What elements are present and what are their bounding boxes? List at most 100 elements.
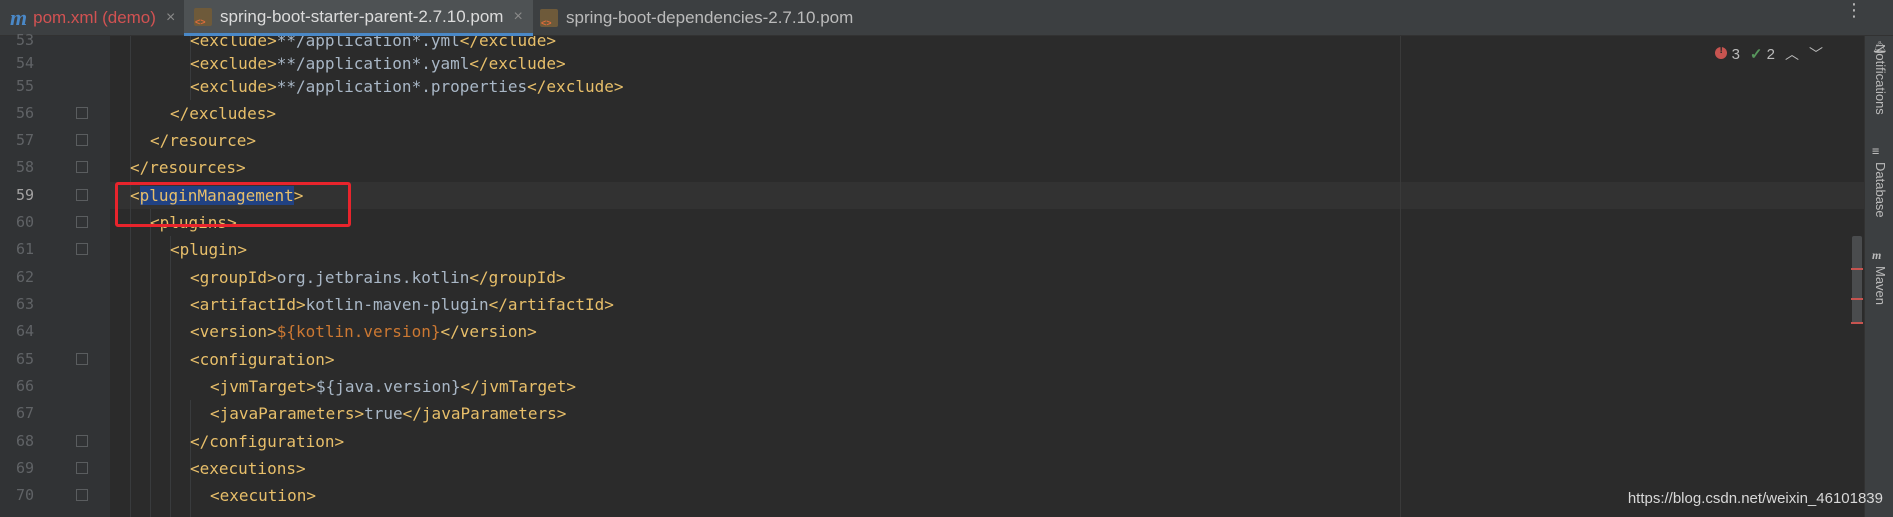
xml-tag: </resource>	[150, 131, 256, 150]
error-stripe-mark[interactable]	[1851, 268, 1863, 270]
xml-tag: </configuration>	[190, 432, 345, 451]
xml-text: **/application*.yaml	[276, 54, 470, 73]
line-number: 60	[15, 213, 34, 231]
current-line-highlight	[110, 182, 1864, 209]
line-number: 65	[15, 350, 34, 368]
xml-tag: <version>	[190, 322, 277, 341]
fold-marker-icon[interactable]	[76, 189, 88, 201]
error-count[interactable]: 3	[1715, 44, 1740, 63]
error-icon	[1715, 44, 1728, 59]
fold-marker-icon[interactable]	[76, 107, 88, 119]
line-number-current: 59	[15, 186, 34, 204]
indent-guide	[150, 209, 151, 517]
fold-marker-icon[interactable]	[76, 134, 88, 146]
code-line-67[interactable]: <javaParameters>true</javaParameters>	[210, 400, 566, 427]
code-line-62[interactable]: <groupId>org.jetbrains.kotlin</groupId>	[190, 264, 566, 291]
xml-tag: <artifactId>	[190, 295, 306, 314]
xml-tag: </artifactId>	[488, 295, 614, 314]
indent-guide	[170, 236, 171, 517]
code-line-58[interactable]: </resources>	[130, 154, 246, 181]
line-number: 70	[15, 486, 34, 504]
code-line-65[interactable]: <configuration>	[190, 346, 335, 373]
xml-tag: </exclude>	[459, 36, 557, 50]
fold-marker-icon[interactable]	[76, 243, 88, 255]
line-number: 69	[15, 459, 34, 477]
annotation-highlight-box	[115, 182, 351, 227]
xml-tag: <exclude>	[190, 54, 277, 73]
xml-tag: </exclude>	[469, 54, 566, 73]
more-options-icon[interactable]: ⋮	[1845, 2, 1863, 20]
inspections-widget[interactable]: 3 ✓ 2 ︿ ﹀	[1715, 44, 1823, 64]
fold-marker-icon[interactable]	[76, 489, 88, 501]
line-number: 67	[15, 404, 34, 422]
maven-icon: m	[1872, 248, 1882, 262]
xml-text: true	[364, 404, 403, 423]
error-stripe-mark[interactable]	[1851, 322, 1863, 324]
xml-text: **/application*.yml	[276, 36, 460, 50]
fold-marker-icon[interactable]	[76, 353, 88, 365]
xml-property-ref: ${kotlin.version}	[276, 322, 441, 341]
tab-spring-boot-dependencies[interactable]: spring-boot-dependencies-2.7.10.pom	[530, 0, 863, 36]
code-line-64[interactable]: <version>${kotlin.version}</version>	[190, 318, 537, 345]
close-icon[interactable]: ×	[513, 8, 522, 26]
chevron-down-icon[interactable]: ﹀	[1809, 44, 1823, 64]
fold-marker-icon[interactable]	[76, 161, 88, 173]
right-tool-strip: 🔔︎ Notifications ≡ Database m Maven	[1864, 36, 1893, 517]
code-line-57[interactable]: </resource>	[150, 127, 256, 154]
line-number: 61	[15, 240, 34, 258]
database-icon: ≡	[1872, 144, 1880, 158]
xml-text: kotlin-maven-plugin	[305, 295, 489, 314]
line-number: 57	[15, 131, 34, 149]
line-number: 58	[15, 158, 34, 176]
database-tool-button[interactable]: Database	[1873, 162, 1888, 218]
right-margin-guide	[1400, 36, 1401, 517]
line-number-gutter: 53 54 55 56 57 58 59 60 61 62 63 64 65 6…	[0, 31, 110, 517]
line-number: 55	[15, 77, 34, 95]
check-icon: ✓	[1749, 46, 1763, 63]
close-icon[interactable]: ×	[166, 9, 175, 27]
ok-count[interactable]: ✓ 2	[1750, 45, 1775, 63]
line-number: 68	[15, 432, 34, 450]
fold-marker-icon[interactable]	[76, 435, 88, 447]
code-line-63[interactable]: <artifactId>kotlin-maven-plugin</artifac…	[190, 291, 614, 318]
code-line-68[interactable]: </configuration>	[190, 428, 344, 455]
code-line-70[interactable]: <execution>	[210, 482, 316, 509]
xml-tag: <plugin>	[170, 240, 248, 259]
indent-guide	[130, 36, 131, 517]
code-line-69[interactable]: <executions>	[190, 455, 306, 482]
xml-tag: </groupId>	[469, 268, 566, 287]
notifications-tool-button[interactable]: Notifications	[1873, 44, 1888, 115]
chevron-up-icon[interactable]: ︿	[1785, 44, 1799, 64]
watermark-text: https://blog.csdn.net/weixin_46101839	[1627, 490, 1883, 507]
fold-marker-icon[interactable]	[76, 462, 88, 474]
code-line-55[interactable]: <exclude>**/application*.properties</exc…	[190, 73, 623, 100]
xml-file-icon	[194, 7, 212, 27]
xml-file-icon	[540, 9, 558, 28]
xml-tag: <javaParameters>	[210, 404, 365, 423]
editor-tab-bar: m pom.xml (demo) × spring-boot-starter-p…	[0, 0, 1893, 36]
tab-label: spring-boot-dependencies-2.7.10.pom	[566, 8, 854, 27]
xml-tag: <execution>	[210, 486, 316, 505]
code-editor[interactable]: <exclude>**/application*.yml</exclude> <…	[110, 36, 1864, 517]
code-line-56[interactable]: </excludes>	[170, 100, 276, 127]
line-number: 63	[15, 295, 34, 313]
scrollbar-thumb[interactable]	[1852, 236, 1862, 324]
xml-tag: </excludes>	[170, 104, 276, 123]
line-number: 56	[15, 104, 34, 122]
xml-tag: <groupId>	[190, 268, 277, 287]
code-line-66[interactable]: <jvmTarget>${java.version}</jvmTarget>	[210, 373, 576, 400]
xml-text: ${java.version}	[315, 377, 461, 396]
xml-tag: </jvmTarget>	[460, 377, 577, 396]
xml-tag: <executions>	[190, 459, 306, 478]
line-number: 66	[15, 377, 34, 395]
maven-tool-button[interactable]: Maven	[1873, 266, 1888, 305]
error-stripe-mark[interactable]	[1851, 298, 1863, 300]
tab-label: pom.xml (demo)	[33, 8, 156, 27]
line-number: 62	[15, 268, 34, 286]
tab-spring-boot-starter-parent[interactable]: spring-boot-starter-parent-2.7.10.pom ×	[184, 0, 533, 36]
xml-tag: </version>	[440, 322, 537, 341]
code-line-61[interactable]: <plugin>	[170, 236, 247, 263]
xml-text: org.jetbrains.kotlin	[276, 268, 470, 287]
fold-marker-icon[interactable]	[76, 216, 88, 228]
xml-tag: <exclude>	[190, 36, 277, 50]
